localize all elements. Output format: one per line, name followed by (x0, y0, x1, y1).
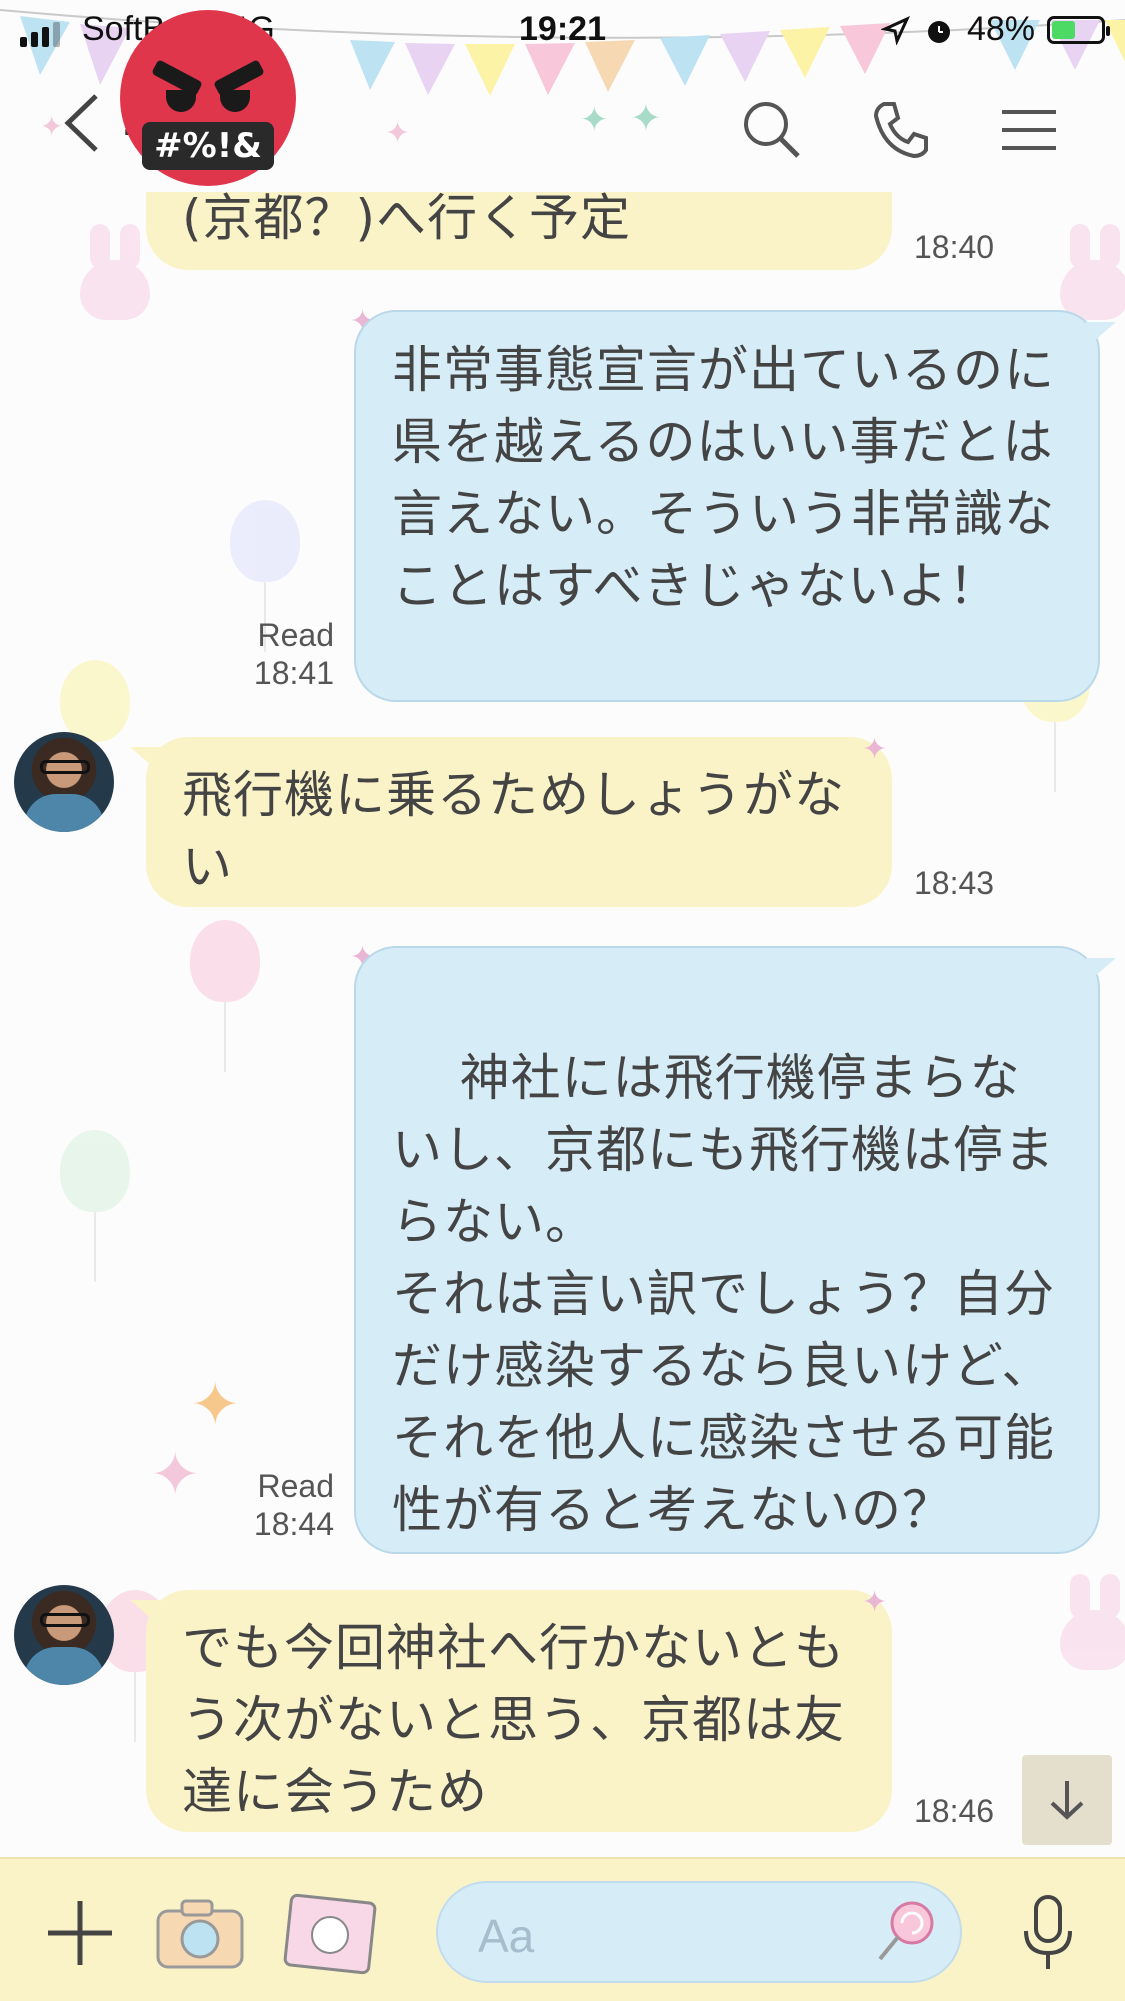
camera-icon (156, 1899, 244, 1969)
incoming-message[interactable]: (京都？)へ行く予定 (146, 192, 892, 270)
back-button[interactable] (58, 88, 118, 158)
arrow-down-icon (1050, 1781, 1084, 1820)
outgoing-message[interactable]: 非常事態宣言が出ているのに県を越えるのはいい事だとは言えない。そういう非常識なこ… (354, 310, 1100, 702)
read-status: Read 18:44 (230, 1467, 334, 1543)
message-text: (京都？)へ行く予定 (182, 192, 632, 247)
add-button[interactable] (38, 1891, 122, 1975)
incoming-message[interactable]: でも今回神社へ行かないともう次がないと思う、京都は友達に会うため (146, 1590, 892, 1832)
outgoing-message[interactable]: 神社には飛行機停まらないし、京都にも飛行機は停まらない。 それは言い訳でしょう？… (354, 946, 1100, 1554)
message-list[interactable]: (京都？)へ行く予定 18:40 ✦ 非常事態宣言が出ているのに県を越えるのはい… (0, 192, 1125, 1857)
battery-percent: 48% (966, 10, 1035, 48)
message-text: 飛行機に乗るためしょうがない (182, 766, 845, 896)
microphone-button[interactable] (1006, 1891, 1090, 1975)
input-bar: Aa (0, 1857, 1125, 2001)
read-label: Read (257, 617, 335, 653)
sticker-symbols: #%!& (142, 122, 274, 170)
message-text: 非常事態宣言が出ているのに県を越えるのはいい事だとは言えない。そういう非常識なこ… (392, 341, 1055, 615)
phone-icon (873, 102, 928, 159)
search-button[interactable] (736, 94, 806, 164)
incoming-message[interactable]: 飛行機に乗るためしょうがない (146, 737, 892, 907)
menu-button[interactable] (996, 94, 1066, 164)
message-input-placeholder: Aa (478, 1910, 535, 1962)
chevron-left-icon (64, 94, 98, 152)
call-button[interactable] (866, 94, 936, 164)
menu-icon (1002, 110, 1056, 150)
alarm-icon (927, 20, 950, 43)
sticker-icon (878, 1901, 934, 1961)
message-time: 18:43 (914, 865, 995, 901)
battery-icon (1047, 15, 1110, 44)
message-time: 18:40 (914, 229, 995, 265)
location-icon (880, 15, 910, 45)
camera-button[interactable] (152, 1891, 248, 1975)
avatar[interactable] (14, 732, 114, 832)
message-input[interactable]: Aa (436, 1881, 962, 1983)
message-time: 18:46 (914, 1793, 995, 1829)
message-text: でも今回神社へ行かないともう次がないと思う、京都は友達に会うため (182, 1619, 845, 1821)
read-status: Read 18:41 (230, 616, 334, 692)
scroll-to-bottom-button[interactable] (1022, 1755, 1112, 1845)
read-label: Read (257, 1468, 335, 1504)
plus-icon (48, 1901, 112, 1965)
message-time: 18:44 (253, 1506, 334, 1542)
avatar[interactable] (14, 1585, 114, 1685)
message-time: 18:41 (253, 655, 334, 691)
microphone-icon (1024, 1895, 1072, 1969)
image-icon (283, 1893, 377, 1975)
angry-face-icon: #%!& (120, 10, 296, 186)
photo-button[interactable] (280, 1891, 380, 1975)
message-text: 神社には飛行機停まらないし、京都にも飛行機は停まらない。 それは言い訳でしょう？… (392, 1049, 1055, 1539)
sticker-button[interactable] (870, 1897, 940, 1967)
search-icon (744, 102, 800, 158)
